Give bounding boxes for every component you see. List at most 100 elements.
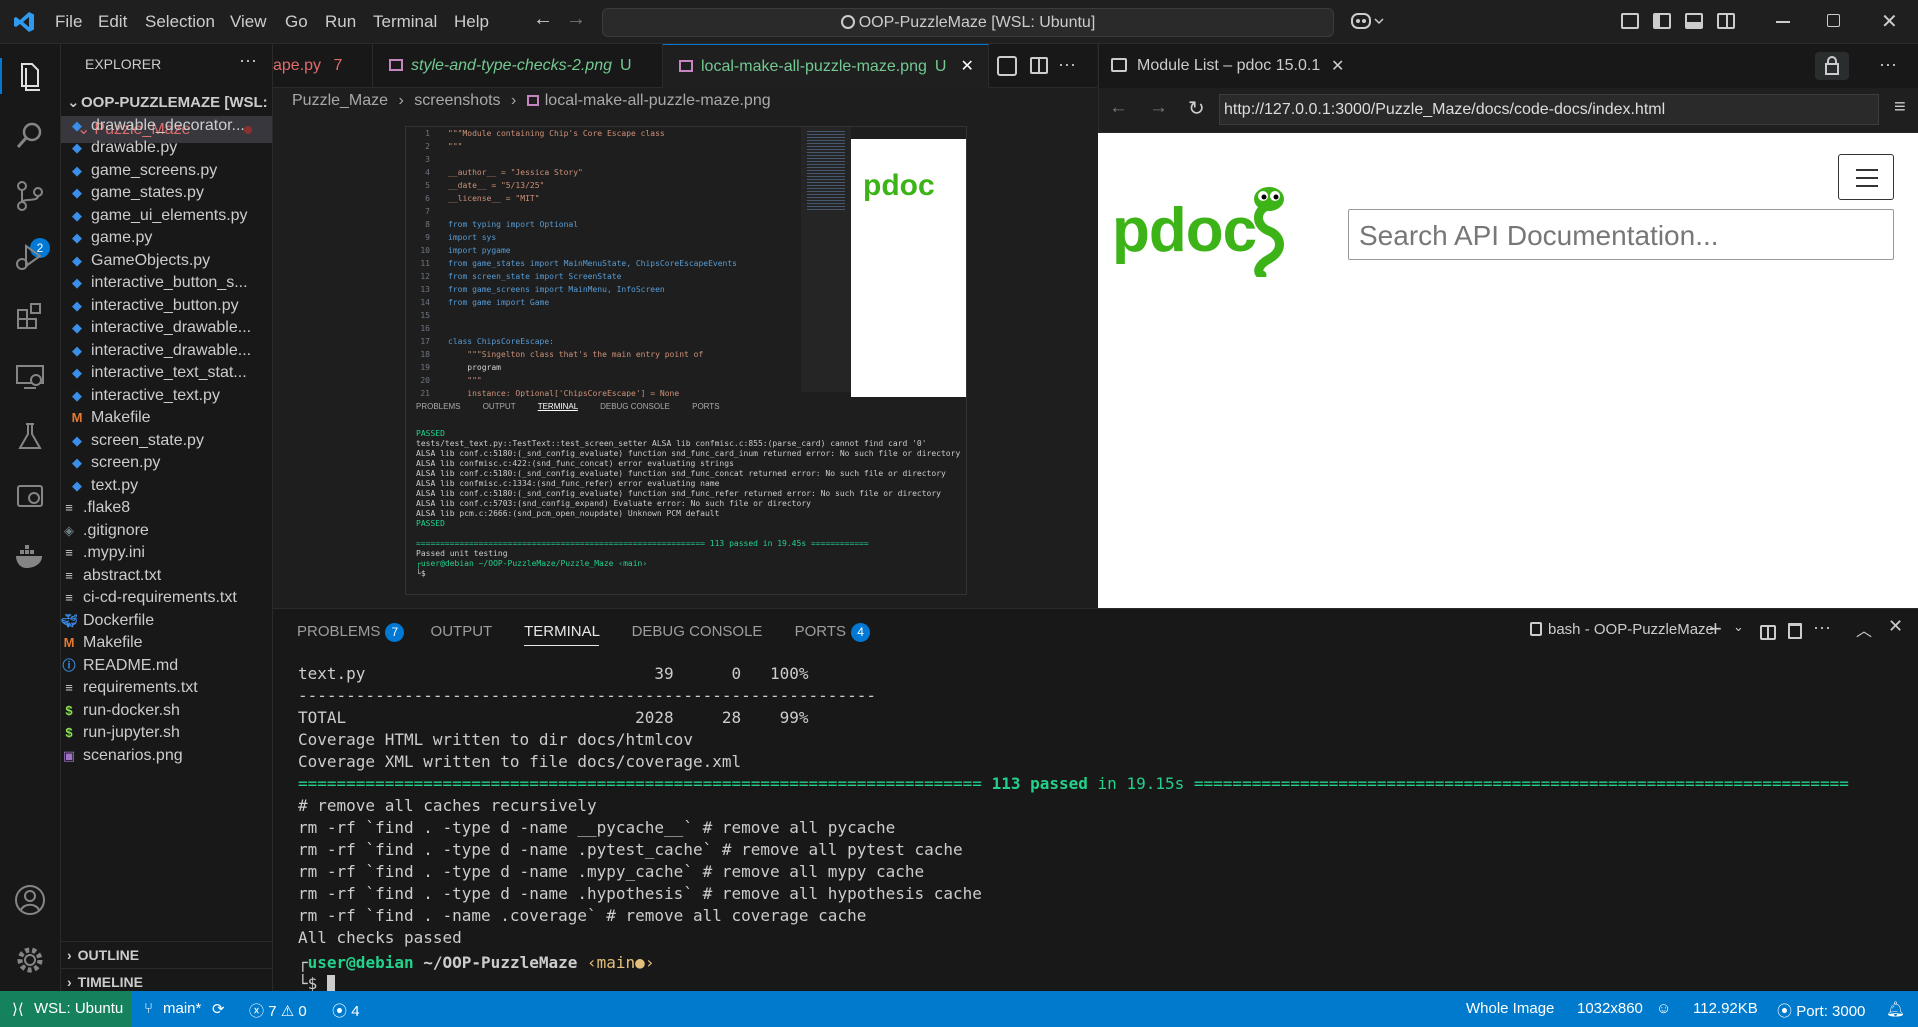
run-debug-icon[interactable]: [12, 238, 48, 274]
tab-badge: 7: [333, 57, 343, 74]
code-line: from screen_state import ScreenState: [448, 272, 622, 281]
menu-run[interactable]: Run: [325, 12, 356, 32]
tab-label: PORTS: [794, 623, 847, 640]
image-view-mode[interactable]: Whole Image: [1466, 1000, 1554, 1017]
nav-toggle-button[interactable]: [1838, 154, 1894, 200]
preview-terminal-line: ALSA lib confmisc.c:1334:(snd_func_refer…: [416, 479, 720, 488]
search-input[interactable]: Search API Documentation...: [1348, 209, 1894, 260]
file-name: requirements.txt: [83, 679, 198, 696]
timeline-section[interactable]: › TIMELINE: [61, 968, 272, 991]
remote-explorer-icon[interactable]: [12, 358, 48, 394]
line-number: 1: [425, 129, 430, 138]
browser-nav-bar: ← → ↻ http://127.0.0.1:3000/Puzzle_Maze/…: [1098, 88, 1918, 133]
vscode-logo-icon: [13, 11, 35, 33]
browser-menu-icon[interactable]: ≡: [1894, 96, 1906, 119]
tab-ports[interactable]: PORTS 4: [794, 623, 871, 642]
copilot-icon[interactable]: [1350, 10, 1386, 32]
reload-icon[interactable]: ↻: [1188, 96, 1205, 121]
ports-badge: 4: [851, 623, 871, 642]
close-panel-icon[interactable]: ✕: [1888, 616, 1903, 637]
terminal-line: Coverage XML written to file docs/covera…: [298, 752, 742, 771]
ports-status[interactable]: ⦿ 4: [332, 1000, 360, 1021]
tab-debug-console[interactable]: DEBUG CONSOLE: [632, 623, 763, 640]
more-actions-icon[interactable]: ···: [1813, 617, 1831, 638]
tab-ape-py[interactable]: ape.py 7: [273, 44, 373, 88]
tab-output[interactable]: OUTPUT: [431, 623, 492, 640]
outline-section[interactable]: › OUTLINE: [61, 941, 272, 967]
explorer-icon[interactable]: [12, 58, 48, 94]
preview-code-editor: 1 """Module containing Chip's Core Escape…: [406, 127, 806, 397]
activity-bar: 2: [0, 44, 61, 991]
pdoc-logo[interactable]: pdoc: [1112, 181, 1292, 281]
toggle-secondary-sidebar-icon[interactable]: [1717, 13, 1735, 29]
branch-label[interactable]: main*: [163, 1000, 201, 1017]
more-actions-icon[interactable]: ···: [1879, 54, 1897, 75]
port-status[interactable]: ⦿ Port: 3000: [1777, 1000, 1865, 1021]
lock-button[interactable]: [1815, 52, 1849, 80]
new-terminal-icon[interactable]: +: [1709, 616, 1722, 642]
more-actions-icon[interactable]: ···: [239, 50, 257, 71]
trash-icon[interactable]: [1788, 623, 1802, 639]
breadcrumb-item[interactable]: screenshots: [414, 92, 500, 109]
close-browser-tab-icon[interactable]: ✕: [1331, 56, 1344, 76]
url-input[interactable]: http://127.0.0.1:3000/Puzzle_Maze/docs/c…: [1219, 94, 1879, 125]
remote-label[interactable]: WSL: Ubuntu: [34, 1000, 123, 1017]
accounts-icon[interactable]: [12, 882, 48, 918]
chevron-down-icon[interactable]: ⌄: [1733, 619, 1744, 635]
browser-tab-title[interactable]: Module List – pdoc 15.0.1: [1137, 57, 1320, 75]
split-editor-icon[interactable]: [1030, 57, 1048, 74]
menu-file[interactable]: File: [55, 12, 82, 32]
manage-gear-icon[interactable]: [12, 942, 48, 978]
notifications-bell-icon[interactable]: 🔔︎: [1886, 1000, 1905, 1018]
tab-style-and-type-checks[interactable]: style-and-type-checks-2.png U: [373, 44, 663, 88]
more-actions-icon[interactable]: ···: [1058, 54, 1076, 75]
problems-status[interactable]: ⓧ 7 ⚠ 0: [249, 1000, 307, 1021]
menu-edit[interactable]: Edit: [98, 12, 127, 32]
browser-back-icon[interactable]: ←: [1109, 97, 1128, 119]
chevron-right-icon: ›: [67, 947, 72, 963]
file-item[interactable]: ▣ scenarios.png: [61, 742, 272, 769]
sync-icon[interactable]: ⟳: [212, 1000, 225, 1018]
docker-icon[interactable]: [12, 538, 48, 574]
command-center[interactable]: OOP-PuzzleMaze [WSL: Ubuntu]: [602, 8, 1334, 37]
search-icon[interactable]: [12, 118, 48, 154]
open-changes-icon[interactable]: [997, 56, 1017, 76]
layout-customize-icon[interactable]: [1621, 13, 1639, 29]
terminal-selector[interactable]: bash - OOP-PuzzleMaze: [1530, 621, 1714, 638]
image-dimensions: 1032x860: [1577, 1000, 1643, 1017]
terminal-profile-icon: [1530, 622, 1542, 636]
testing-icon[interactable]: [12, 418, 48, 454]
separator: ========================================…: [298, 774, 982, 793]
extensions-icon[interactable]: [12, 298, 48, 334]
tab-problems[interactable]: PROBLEMS 7: [297, 623, 405, 642]
preview-tab: DEBUG CONSOLE: [600, 402, 670, 411]
file-name: game_states.py: [91, 184, 204, 201]
menu-help[interactable]: Help: [454, 12, 489, 32]
restore-icon[interactable]: [1827, 14, 1840, 27]
toggle-panel-icon[interactable]: [1685, 13, 1703, 29]
source-control-icon[interactable]: [12, 178, 48, 214]
breadcrumb-item[interactable]: local-make-all-puzzle-maze.png: [545, 92, 771, 109]
terminal-line: # remove all caches recursively: [298, 796, 597, 815]
browser-forward-icon[interactable]: →: [1149, 97, 1168, 119]
close-window-icon[interactable]: ✕: [1881, 9, 1898, 34]
back-arrow-icon[interactable]: ←: [533, 8, 553, 31]
forward-arrow-icon[interactable]: →: [566, 8, 586, 31]
toggle-sidebar-icon[interactable]: [1653, 13, 1671, 29]
tab-terminal[interactable]: TERMINAL: [524, 623, 600, 646]
tab-local-make-all[interactable]: local-make-all-puzzle-maze.png U ✕: [663, 44, 989, 88]
menu-view[interactable]: View: [230, 12, 267, 32]
minimize-icon[interactable]: [1776, 21, 1790, 23]
menu-go[interactable]: Go: [285, 12, 308, 32]
warning-icon: ⚠: [280, 1003, 295, 1020]
containers-icon[interactable]: [12, 478, 48, 514]
split-terminal-icon[interactable]: [1760, 625, 1776, 640]
maximize-panel-icon[interactable]: ︿: [1856, 617, 1872, 641]
close-tab-icon[interactable]: ✕: [960, 58, 973, 75]
menu-terminal[interactable]: Terminal: [373, 12, 437, 32]
breadcrumb-item[interactable]: Puzzle_Maze: [292, 92, 388, 109]
menu-selection[interactable]: Selection: [145, 12, 215, 32]
line-number: 9: [425, 233, 430, 242]
copilot-status-icon[interactable]: ☺: [1656, 1000, 1671, 1017]
error-count: 7: [268, 1003, 277, 1020]
